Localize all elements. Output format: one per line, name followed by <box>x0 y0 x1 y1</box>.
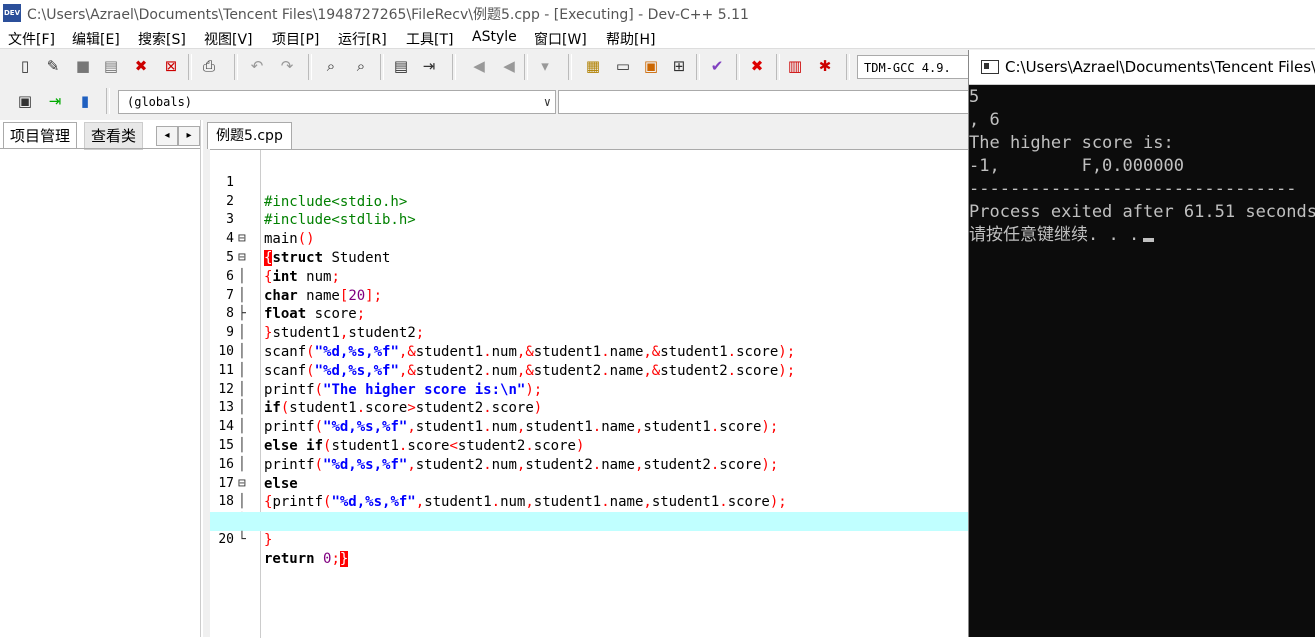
menu-edit[interactable]: 编辑[E] <box>72 29 120 49</box>
menu-view[interactable]: 视图[V] <box>204 29 253 49</box>
code-line-14: 14 │ else if(student1.score<student2.scor… <box>218 419 585 454</box>
console-cursor <box>1143 238 1155 242</box>
code-line-4: 4 ⊟ {struct Student <box>226 231 391 266</box>
code-line-7: 7 │ float score; <box>226 287 366 323</box>
menu-tools[interactable]: 工具[T] <box>406 29 453 49</box>
console-line: -------------------------------- <box>969 179 1297 199</box>
compile-run-icon[interactable]: ▣ <box>640 55 662 77</box>
code-line-2: 2 #include<stdlib.h> <box>226 193 416 229</box>
open-file-icon[interactable]: ✎ <box>42 55 64 77</box>
code-line-19: 19├ } <box>218 513 273 548</box>
goto-line-icon[interactable]: ▤ <box>390 55 412 77</box>
menu-project[interactable]: 项目[P] <box>272 29 319 49</box>
redo-icon[interactable]: ↷ <box>276 55 298 77</box>
compiler-select[interactable]: TDM-GCC 4.9. <box>857 55 977 79</box>
code-line-16: 16 │ else <box>218 456 298 492</box>
console-line: , 6 <box>969 110 1000 130</box>
print-icon[interactable]: ⎙ <box>198 55 220 77</box>
indent-icon[interactable]: ◀ <box>468 55 490 77</box>
code-line-11: 11 │ printf("The higher score is:\n"); <box>218 362 543 398</box>
new-file-icon[interactable]: ▯ <box>14 55 36 77</box>
menu-help[interactable]: 帮助[H] <box>606 29 655 49</box>
devcpp-app-icon[interactable]: DEV <box>3 4 21 22</box>
menu-file[interactable]: 文件[F] <box>8 29 55 49</box>
chevron-down-icon: ∨ <box>543 95 551 109</box>
menu-bar: 文件[F] 编辑[E] 搜索[S] 视图[V] 项目[P] 运行[R] 工具[T… <box>0 26 1315 48</box>
code-line-1: 1 #include<stdio.h> <box>226 174 408 210</box>
menu-search[interactable]: 搜索[S] <box>138 29 186 49</box>
title-bar: DEV C:\Users\Azrael\Documents\Tencent Fi… <box>0 0 1315 26</box>
function-select[interactable] <box>558 90 978 114</box>
code-line-15: 15 │ printf("%d,%s,%f",student2.num,stude… <box>218 437 779 473</box>
debug-icon[interactable]: ✱ <box>814 55 836 77</box>
code-editor[interactable]: 1 #include<stdio.h> 2 #include<stdlib.h>… <box>210 149 973 638</box>
find-icon[interactable]: ⌕ <box>320 55 342 77</box>
tab-prev-button[interactable]: ◂ <box>156 126 178 146</box>
editor-area: 例题5.cpp 1 #include<stdio.h> 2 #include<s… <box>203 120 973 638</box>
save-all-icon[interactable]: ▤ <box>100 55 122 77</box>
close-all-icon[interactable]: ⊠ <box>160 55 182 77</box>
scope-value: (globals) <box>127 95 193 109</box>
rebuild-icon[interactable]: ⊞ <box>668 55 690 77</box>
console-line: Process exited after 61.51 seconds <box>969 202 1315 222</box>
code-line-20-active: 20 └ return 0;} <box>210 512 973 567</box>
replace-icon[interactable]: ⌕ <box>350 55 372 77</box>
run-icon[interactable]: ▭ <box>612 55 634 77</box>
menu-window[interactable]: 窗口[W] <box>534 29 587 49</box>
close-file-icon[interactable]: ✖ <box>130 55 152 77</box>
save-icon[interactable]: ■ <box>72 55 94 77</box>
compile-icon[interactable]: ▦ <box>582 55 604 77</box>
code-line-9: 9 │ scanf("%d,%s,%f",&student1.num,&stude… <box>226 325 796 360</box>
toggle-bookmark-icon[interactable]: ⇥ <box>418 55 440 77</box>
tab-class-browser[interactable]: 查看类 <box>84 122 144 150</box>
check-syntax-icon[interactable]: ✔ <box>706 55 728 77</box>
console-line: -1, F,0.000000 <box>969 156 1184 176</box>
code-line-8: 8 ├ }student1,student2; <box>226 306 425 342</box>
console-output[interactable]: 5 , 6 The higher score is: -1, F,0.00000… <box>969 86 1315 637</box>
console-window[interactable]: C:\Users\Azrael\Documents\Tencent Files\… <box>968 50 1315 637</box>
menu-run[interactable]: 运行[R] <box>338 29 387 49</box>
tab-project-manager[interactable]: 项目管理 <box>3 122 78 149</box>
console-title-bar[interactable]: C:\Users\Azrael\Documents\Tencent Files\… <box>969 50 1315 85</box>
stop-execution-icon[interactable]: ✖ <box>746 55 768 77</box>
menu-astyle[interactable]: AStyle <box>472 29 517 45</box>
code-line-17: 17 ⊟ {printf("%d,%s,%f",student1.num,stud… <box>218 475 787 511</box>
code-line-12: 12 │ if(student1.score>student2.score) <box>218 381 543 417</box>
project-tree[interactable] <box>0 148 200 638</box>
console-line: 5 <box>969 87 980 107</box>
project-panel: 项目管理 查看类 ◂ ▸ <box>0 120 201 637</box>
scope-select[interactable]: (globals) ∨ <box>118 90 556 114</box>
comment-icon[interactable]: ▾ <box>534 55 556 77</box>
code-line-5: 5 ⊟ {int num; <box>226 249 340 285</box>
bookmark-icon[interactable]: ▮ <box>74 90 96 112</box>
code-line-13: 13 │ printf("%d,%s,%f",student1.num,stude… <box>218 400 779 436</box>
console-window-icon <box>981 60 999 74</box>
code-line-6: 6 │ char name[20]; <box>226 268 383 304</box>
profile-icon[interactable]: ▥ <box>784 55 806 77</box>
insert-icon[interactable]: ⇥ <box>44 90 66 112</box>
window-title: C:\Users\Azrael\Documents\Tencent Files\… <box>27 7 749 23</box>
tab-next-button[interactable]: ▸ <box>178 126 200 146</box>
console-line-prompt: 请按任意键继续. . . <box>969 224 1155 247</box>
code-line-10: 10 │ scanf("%d,%s,%f",&student2.num,&stud… <box>218 343 796 379</box>
file-tab[interactable]: 例题5.cpp <box>207 122 292 149</box>
code-line-18: 18│ printf("%d,%s,%f",student2.num,stude… <box>218 494 778 529</box>
console-title: C:\Users\Azrael\Documents\Tencent Files\… <box>1005 58 1315 76</box>
new-class-icon[interactable]: ▣ <box>14 90 36 112</box>
undo-icon[interactable]: ↶ <box>246 55 268 77</box>
code-line-3: 3 main() <box>226 212 315 248</box>
console-line: The higher score is: <box>969 133 1174 153</box>
unindent-icon[interactable]: ◀ <box>498 55 520 77</box>
